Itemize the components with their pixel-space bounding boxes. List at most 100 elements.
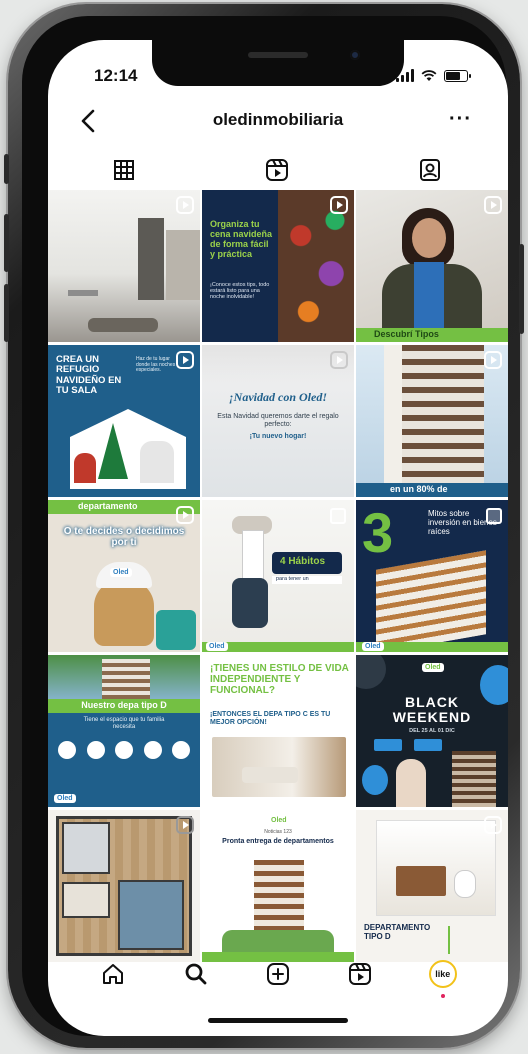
- reels-nav-icon: [349, 963, 372, 985]
- nav-new-post[interactable]: [260, 956, 296, 992]
- reel-icon: [176, 506, 194, 524]
- notification-dot: [440, 994, 445, 998]
- post-tag: departamento: [78, 501, 138, 511]
- child-figure: [74, 453, 96, 483]
- nav-search[interactable]: [178, 956, 214, 992]
- couch: [156, 610, 196, 650]
- post-sub: para tener un: [276, 576, 309, 582]
- status-time: 12:14: [94, 66, 138, 85]
- post-title: CREA UN REFUGIO NAVIDEÑO EN TU SALA: [56, 354, 122, 397]
- post-side-text: Haz de tu lugar donde las noches especia…: [136, 356, 176, 373]
- nav-profile[interactable]: like: [425, 956, 461, 998]
- search-icon: [185, 963, 206, 985]
- brand-logo: Oled: [110, 568, 132, 577]
- post-tile[interactable]: DEPARTAMENTO TIPO D: [356, 810, 508, 962]
- post-title: Organiza tu cena navideña de forma fácil…: [210, 219, 273, 259]
- profile-avatar-icon: like: [428, 960, 457, 988]
- post-tile[interactable]: ¡Navidad con Oled! Esta Navidad queremos…: [202, 345, 354, 497]
- post-tile[interactable]: Nuestro depa tipo D Tiene el espacio que…: [48, 655, 200, 807]
- adult-figure: [140, 441, 174, 483]
- post-tile[interactable]: Oled BLACK WEEKEND DEL 25 AL 01 DIC: [356, 655, 508, 807]
- signal-icon: [396, 69, 414, 82]
- post-title: ¡TIENES UN ESTILO DE VIDA INDEPENDIENTE …: [210, 663, 349, 696]
- post-tile[interactable]: [48, 190, 200, 342]
- brand-logo: Oled: [206, 642, 228, 651]
- bezel: 12:14 oledinmobiliaria ··· Organiza tu c…: [22, 16, 508, 1036]
- nav-home[interactable]: [95, 956, 131, 992]
- post-title: Nuestro depa tipo D: [81, 700, 167, 710]
- reel-icon: [176, 196, 194, 214]
- more-options-icon[interactable]: ···: [449, 108, 472, 131]
- balloon: [362, 765, 388, 795]
- volume-up-button: [4, 214, 9, 272]
- post-accent: ¡Tu nuevo hogar!: [249, 433, 307, 440]
- bottom-nav: like: [48, 950, 508, 998]
- brand-logo: Oled: [362, 642, 384, 651]
- profile-username: oledinmobiliaria: [212, 110, 344, 129]
- post-tile[interactable]: 3 Mitos sobre inversión en bienes raíces…: [356, 500, 508, 652]
- post-body: ¡Conoce estos tips, todo estará listo pa…: [210, 282, 270, 301]
- post-body: Tiene el espacio que tu familia necesita: [83, 717, 165, 730]
- post-tile[interactable]: departamento O te decides o decidimos po…: [48, 500, 200, 652]
- brand-logo: Oled: [54, 794, 76, 803]
- volume-down-button: [4, 284, 9, 342]
- promo-chip: [374, 739, 402, 751]
- carousel-icon: [330, 508, 346, 524]
- profile-tabs: [48, 150, 506, 190]
- status-bar: 12:14: [48, 66, 508, 88]
- post-tile[interactable]: Descubrí Tipos: [356, 190, 508, 342]
- woman-figure: [396, 759, 426, 807]
- plan-room: [62, 882, 110, 918]
- tab-reels[interactable]: [201, 150, 354, 190]
- profile-header: oledinmobiliaria ···: [48, 104, 508, 140]
- post-title-line2: WEEKEND: [392, 709, 472, 725]
- power-button: [519, 244, 524, 334]
- post-dates: DEL 25 AL 01 DIC: [409, 728, 455, 734]
- post-small: Noticias 123: [264, 829, 292, 835]
- post-tile[interactable]: en un 80% de: [356, 345, 508, 497]
- post-tile[interactable]: [48, 810, 200, 962]
- post-badge: 4 Hábitos: [280, 556, 326, 567]
- home-indicator[interactable]: [208, 1018, 348, 1023]
- promo-chip: [414, 739, 442, 751]
- vanity: [396, 866, 446, 896]
- nav-reels[interactable]: [342, 956, 378, 992]
- post-body: ¡ENTONCES EL DEPA TIPO C ES TU MEJOR OPC…: [210, 711, 331, 726]
- sofa: [242, 767, 298, 783]
- tab-tagged[interactable]: [353, 150, 506, 190]
- speaker-grille: [248, 52, 308, 58]
- wifi-icon: [421, 70, 437, 81]
- post-tile[interactable]: ¡TIENES UN ESTILO DE VIDA INDEPENDIENTE …: [202, 655, 354, 807]
- post-tile[interactable]: Oled Noticias 123 Pronta entrega de depa…: [202, 810, 354, 962]
- plan-room: [118, 880, 184, 950]
- post-title: ¡Navidad con Oled!: [229, 390, 327, 404]
- post-tile[interactable]: Organiza tu cena navideña de forma fácil…: [202, 190, 354, 342]
- tagged-icon: [419, 159, 440, 181]
- woman-figure: [242, 530, 264, 580]
- phone-frame: 12:14 oledinmobiliaria ··· Organiza tu c…: [4, 4, 524, 1048]
- brand-logo: Oled: [268, 816, 290, 825]
- trees: [222, 930, 334, 952]
- front-camera: [350, 50, 360, 60]
- vent: [68, 290, 98, 296]
- doorway: [138, 218, 164, 300]
- post-title: DEPARTAMENTO TIPO D: [364, 923, 431, 941]
- post-number: 3: [362, 501, 394, 564]
- tab-grid[interactable]: [48, 150, 201, 190]
- grid-icon: [114, 160, 135, 180]
- floor-object: [88, 318, 158, 332]
- man-figure: [232, 578, 268, 628]
- post-tile[interactable]: CREA UN REFUGIO NAVIDEÑO EN TU SALA Haz …: [48, 345, 200, 497]
- building-photo: [376, 550, 486, 652]
- reels-icon: [266, 159, 288, 181]
- building-photo: [452, 751, 496, 807]
- wall-panel: [166, 230, 200, 300]
- status-icons: [396, 69, 471, 82]
- mute-switch: [4, 154, 9, 184]
- building-photo: [102, 659, 150, 703]
- person-face: [412, 218, 446, 258]
- building-column: [384, 345, 402, 497]
- reel-icon: [484, 196, 502, 214]
- post-tile[interactable]: 4 Hábitos para tener un Oled: [202, 500, 354, 652]
- plan-room: [62, 822, 110, 874]
